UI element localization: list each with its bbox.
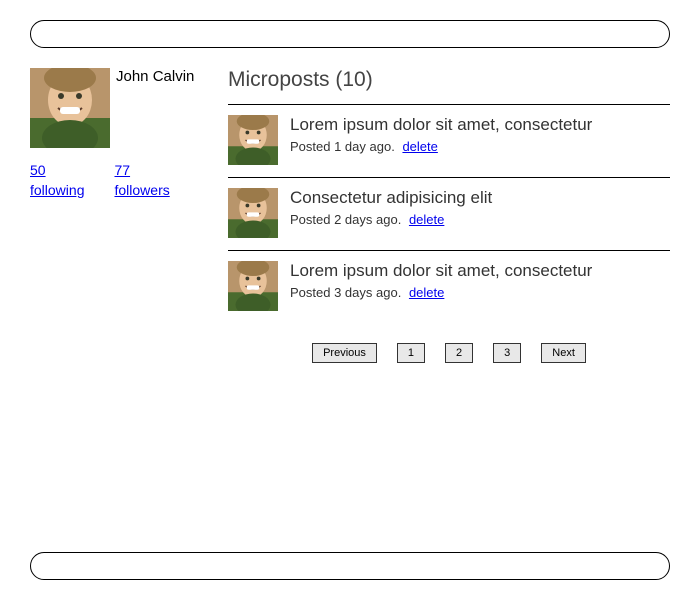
post-text: Consectetur adipisicing elit xyxy=(290,188,670,208)
profile-header: John Calvin xyxy=(30,68,210,148)
sidebar: John Calvin 50 following 77 followers xyxy=(30,68,210,363)
post-body: Lorem ipsum dolor sit amet, consectetur … xyxy=(290,261,670,311)
pagination: Previous 1 2 3 Next xyxy=(228,343,670,363)
post-avatar xyxy=(228,188,278,238)
following-stat: 50 following xyxy=(30,162,84,198)
post-meta: Posted 2 days ago. delete xyxy=(290,212,670,227)
micropost: Consectetur adipisicing elit Posted 2 da… xyxy=(228,177,670,250)
page-button-1[interactable]: 1 xyxy=(397,343,425,363)
post-body: Consectetur adipisicing elit Posted 2 da… xyxy=(290,188,670,238)
stats: 50 following 77 followers xyxy=(30,162,210,198)
delete-link[interactable]: delete xyxy=(409,285,444,300)
page-button-2[interactable]: 2 xyxy=(445,343,473,363)
post-avatar xyxy=(228,115,278,165)
followers-label-link[interactable]: followers xyxy=(114,182,169,198)
post-timestamp: Posted 1 day ago. xyxy=(290,139,395,154)
previous-button[interactable]: Previous xyxy=(312,343,377,363)
post-meta: Posted 3 days ago. delete xyxy=(290,285,670,300)
post-timestamp: Posted 2 days ago. xyxy=(290,212,401,227)
micropost: Lorem ipsum dolor sit amet, consectetur … xyxy=(228,250,670,323)
profile-name: John Calvin xyxy=(116,68,194,148)
microposts-title: Microposts (10) xyxy=(228,68,670,92)
post-text: Lorem ipsum dolor sit amet, consectetur xyxy=(290,261,670,281)
delete-link[interactable]: delete xyxy=(409,212,444,227)
following-label-link[interactable]: following xyxy=(30,182,84,198)
post-body: Lorem ipsum dolor sit amet, consectetur … xyxy=(290,115,670,165)
content-area: John Calvin 50 following 77 followers Mi… xyxy=(30,68,670,363)
next-button[interactable]: Next xyxy=(541,343,586,363)
following-count-link[interactable]: 50 xyxy=(30,162,84,178)
bottom-bar xyxy=(30,552,670,580)
post-avatar xyxy=(228,261,278,311)
delete-link[interactable]: delete xyxy=(402,139,437,154)
post-meta: Posted 1 day ago. delete xyxy=(290,139,670,154)
page-button-3[interactable]: 3 xyxy=(493,343,521,363)
post-timestamp: Posted 3 days ago. xyxy=(290,285,401,300)
profile-avatar xyxy=(30,68,110,148)
main-area: Microposts (10) Lorem ipsum dolor sit am… xyxy=(228,68,670,363)
followers-stat: 77 followers xyxy=(114,162,169,198)
followers-count-link[interactable]: 77 xyxy=(114,162,169,178)
post-text: Lorem ipsum dolor sit amet, consectetur xyxy=(290,115,670,135)
top-bar xyxy=(30,20,670,48)
micropost: Lorem ipsum dolor sit amet, consectetur … xyxy=(228,104,670,177)
